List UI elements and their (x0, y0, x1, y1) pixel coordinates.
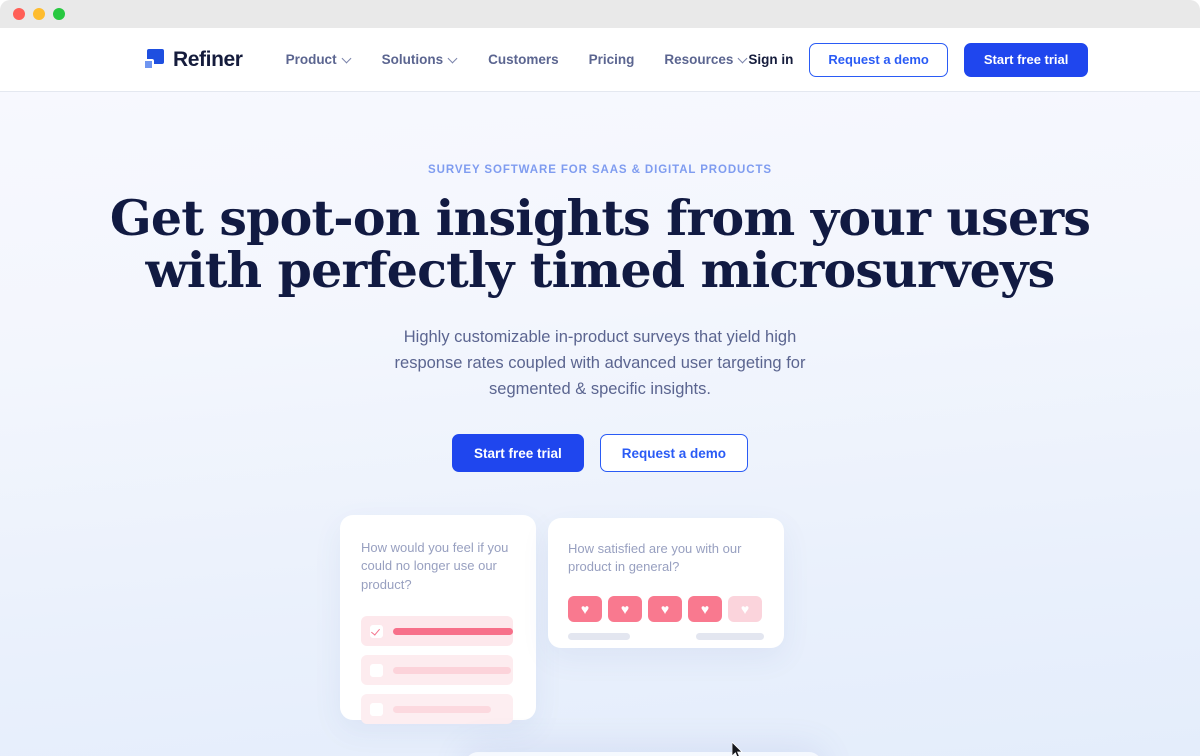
window-titlebar (0, 0, 1200, 28)
heart-rating-option[interactable]: ♥ (568, 595, 602, 622)
heart-rating-option[interactable]: ♥ (648, 595, 682, 622)
window-close-button[interactable] (13, 8, 25, 20)
heart-icon: ♥ (660, 600, 670, 617)
hero-subheading: Highly customizable in-product surveys t… (0, 324, 1200, 402)
heart-rating-option[interactable]: ♥ (688, 595, 722, 622)
survey-card-pmf: How would you feel if you could no longe… (340, 515, 536, 725)
pmf-options (361, 616, 513, 725)
hero-start-free-trial-button[interactable]: Start free trial (451, 434, 584, 473)
hero-request-demo-button[interactable]: Request a demo (599, 434, 749, 473)
hero-eyebrow: SURVEY SOFTWARE FOR SAAS & DIGITAL PRODU… (428, 164, 772, 176)
option-label-bar (393, 666, 511, 674)
refiner-squares-logo-icon (143, 49, 164, 70)
scale-label-bar-right (696, 632, 764, 640)
brand-name: Refiner (173, 47, 243, 71)
option-label-bar (393, 705, 491, 713)
subheading-line-1: Highly customizable in-product surveys t… (403, 327, 797, 346)
nav-actions: Sign in Request a demo Start free trial (748, 42, 1089, 77)
heart-icon: ♥ (620, 600, 630, 617)
request-demo-button[interactable]: Request a demo (809, 42, 948, 77)
survey-card-nps: How likely are you to recommend our serv… (465, 752, 822, 756)
nav-item-product[interactable]: Product (286, 52, 352, 67)
pmf-option-row[interactable] (361, 616, 513, 647)
start-free-trial-button[interactable]: Start free trial (963, 42, 1089, 77)
brand-logo[interactable]: Refiner (143, 48, 243, 72)
checkbox-unchecked-icon[interactable] (370, 663, 383, 677)
pmf-question: How would you feel if you could no longe… (361, 540, 509, 592)
survey-mockups: How would you feel if you could no longe… (0, 515, 1200, 756)
headline-line-1: Get spot-on insights from your users (109, 189, 1091, 247)
hero-cta-group: Start free trial Request a demo (0, 434, 1200, 473)
scale-label-bar-left (568, 632, 630, 640)
nav-item-customers-label: Customers (488, 52, 559, 67)
sign-in-link[interactable]: Sign in (748, 52, 793, 67)
csat-question: How satisfied are you with our product i… (568, 541, 742, 575)
nav-item-resources-label: Resources (664, 52, 734, 67)
pmf-option-row[interactable] (361, 655, 513, 686)
headline-line-2: with perfectly timed microsurveys (145, 241, 1056, 300)
checkbox-checked-icon[interactable] (370, 624, 383, 638)
window-maximize-button[interactable] (53, 8, 65, 20)
option-label-bar (393, 627, 513, 635)
nav-item-pricing-label: Pricing (588, 52, 635, 67)
survey-card-csat: How satisfied are you with our product i… (548, 518, 784, 648)
csat-rating-scale: ♥ ♥ ♥ ♥ ♥ (568, 595, 764, 622)
heart-icon: ♥ (740, 600, 750, 617)
nav-item-resources[interactable]: Resources (664, 52, 748, 67)
nav-item-product-label: Product (285, 52, 337, 67)
site-navbar: Refiner Product Solutions Customers Pric… (0, 28, 1200, 92)
chevron-down-icon (449, 54, 458, 63)
nav-item-solutions-label: Solutions (381, 52, 444, 67)
csat-scale-labels (568, 632, 764, 640)
chevron-down-icon (739, 54, 748, 63)
checkbox-unchecked-icon[interactable] (370, 702, 383, 716)
subheading-line-2: response rates coupled with advanced use… (394, 353, 806, 372)
nav-item-pricing[interactable]: Pricing (589, 52, 635, 67)
nav-links: Product Solutions Customers Pricing Reso… (286, 52, 749, 67)
heart-icon: ♥ (700, 600, 710, 617)
window-minimize-button[interactable] (33, 8, 45, 20)
page-title: Get spot-on insights from your users wit… (0, 192, 1200, 297)
subheading-line-3: segmented & specific insights. (489, 379, 711, 398)
nav-item-customers[interactable]: Customers (488, 52, 559, 67)
chevron-down-icon (343, 54, 352, 63)
browser-window: Refiner Product Solutions Customers Pric… (0, 0, 1200, 756)
pmf-option-row[interactable] (361, 694, 513, 725)
hero-section: SURVEY SOFTWARE FOR SAAS & DIGITAL PRODU… (0, 92, 1200, 756)
heart-icon: ♥ (580, 600, 590, 617)
nav-item-solutions[interactable]: Solutions (382, 52, 459, 67)
heart-rating-option[interactable]: ♥ (608, 595, 642, 622)
heart-rating-option[interactable]: ♥ (728, 595, 762, 622)
